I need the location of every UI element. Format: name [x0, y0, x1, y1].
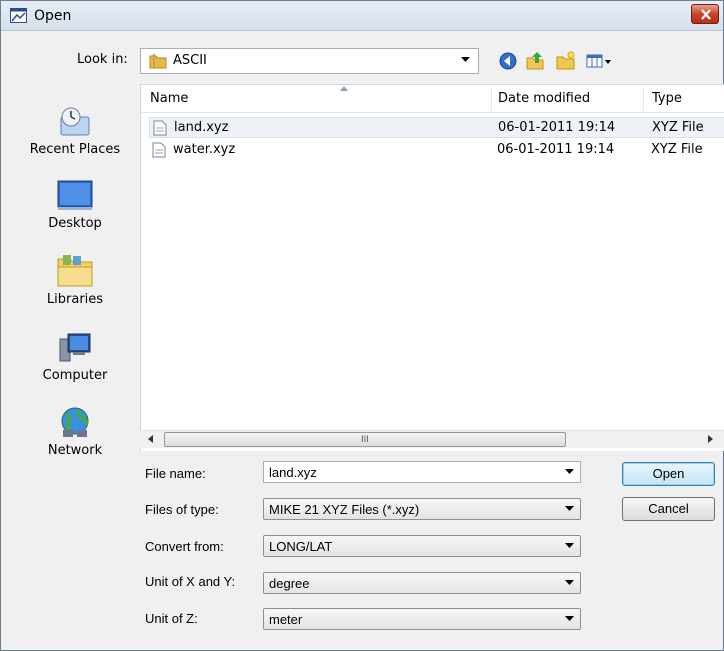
file-row[interactable]: land.xyz 06-01-2011 19:14 XYZ File	[149, 117, 724, 138]
sort-ascending-icon	[340, 86, 348, 91]
file-icon	[153, 120, 167, 136]
unit-xy-value: degree	[269, 576, 310, 591]
file-list-header: Name Date modified Type	[141, 85, 724, 113]
folder-icon	[149, 54, 167, 69]
close-icon	[701, 9, 711, 20]
view-menu-icon[interactable]	[586, 51, 614, 71]
file-name-input[interactable]: land.xyz	[263, 461, 581, 483]
desktop-icon	[57, 180, 93, 210]
chevron-down-icon	[565, 506, 574, 511]
unit-xy-dropdown[interactable]: degree	[263, 572, 581, 594]
place-label: Desktop	[48, 216, 102, 231]
window-title: Open	[34, 8, 72, 24]
file-list[interactable]: Name Date modified Type land.xyz 06-01-2…	[140, 84, 724, 451]
scroll-left-icon[interactable]	[148, 435, 153, 443]
horizontal-scrollbar[interactable]: III	[140, 430, 724, 448]
place-desktop[interactable]: Desktop	[13, 179, 137, 231]
column-separator[interactable]	[643, 87, 644, 111]
recent-places-icon	[60, 107, 90, 136]
open-button[interactable]: Open	[622, 462, 715, 486]
cancel-button[interactable]: Cancel	[622, 497, 715, 521]
place-label: Libraries	[46, 292, 104, 307]
file-date: 06-01-2011 19:14	[497, 142, 615, 157]
file-name-value: land.xyz	[269, 465, 317, 480]
up-folder-icon[interactable]	[525, 51, 545, 71]
computer-icon	[59, 333, 91, 362]
place-libraries[interactable]: Libraries	[13, 253, 137, 307]
convert-from-label: Convert from:	[145, 539, 224, 554]
files-of-type-dropdown[interactable]: MIKE 21 XYZ Files (*.xyz)	[263, 498, 581, 520]
look-in-dropdown[interactable]: ASCII	[140, 48, 479, 74]
look-in-label: Look in:	[77, 52, 128, 67]
open-dialog: Open Look in: ASCII Recent Places Deskto…	[0, 0, 724, 651]
chevron-down-icon	[461, 57, 470, 62]
column-separator[interactable]	[491, 87, 492, 111]
column-header-type[interactable]: Type	[652, 91, 682, 106]
convert-from-value: LONG/LAT	[269, 539, 333, 554]
file-name: water.xyz	[173, 142, 236, 157]
file-name: land.xyz	[174, 120, 229, 135]
unit-xy-label: Unit of X and Y:	[145, 574, 236, 589]
back-icon[interactable]	[498, 51, 518, 71]
unit-z-label: Unit of Z:	[145, 611, 198, 626]
look-in-value: ASCII	[173, 53, 207, 68]
title-bar[interactable]: Open	[1, 1, 723, 31]
unit-z-dropdown[interactable]: meter	[263, 608, 581, 630]
chevron-down-icon[interactable]	[565, 469, 574, 475]
chevron-down-icon	[565, 543, 574, 548]
unit-z-value: meter	[269, 612, 303, 627]
place-recent-places[interactable]: Recent Places	[13, 105, 137, 157]
files-of-type-label: Files of type:	[145, 502, 219, 517]
convert-from-dropdown[interactable]: LONG/LAT	[263, 535, 581, 557]
file-date: 06-01-2011 19:14	[498, 120, 616, 135]
open-window-icon	[10, 8, 27, 23]
file-type: XYZ File	[651, 142, 703, 157]
file-row[interactable]: water.xyz 06-01-2011 19:14 XYZ File	[149, 140, 724, 161]
close-button[interactable]	[691, 4, 719, 24]
place-label: Network	[47, 443, 103, 458]
file-type: XYZ File	[652, 120, 704, 135]
column-header-date-modified[interactable]: Date modified	[498, 91, 590, 106]
chevron-down-icon	[565, 616, 574, 621]
new-folder-icon[interactable]	[556, 51, 576, 71]
file-icon	[152, 142, 166, 158]
place-computer[interactable]: Computer	[13, 331, 137, 383]
scrollbar-grip: III	[361, 435, 369, 445]
place-label: Recent Places	[29, 142, 121, 157]
network-icon	[61, 407, 89, 437]
scrollbar-thumb[interactable]: III	[164, 432, 566, 447]
place-label: Computer	[42, 368, 108, 383]
places-bar: Recent Places Desktop Libraries Computer…	[13, 81, 137, 481]
place-network[interactable]: Network	[13, 404, 137, 458]
libraries-icon	[57, 255, 93, 287]
scroll-right-icon[interactable]	[708, 435, 713, 443]
chevron-down-icon	[565, 580, 574, 585]
column-header-name[interactable]: Name	[150, 91, 188, 106]
file-name-label: File name:	[145, 466, 206, 481]
files-of-type-value: MIKE 21 XYZ Files (*.xyz)	[269, 502, 420, 517]
